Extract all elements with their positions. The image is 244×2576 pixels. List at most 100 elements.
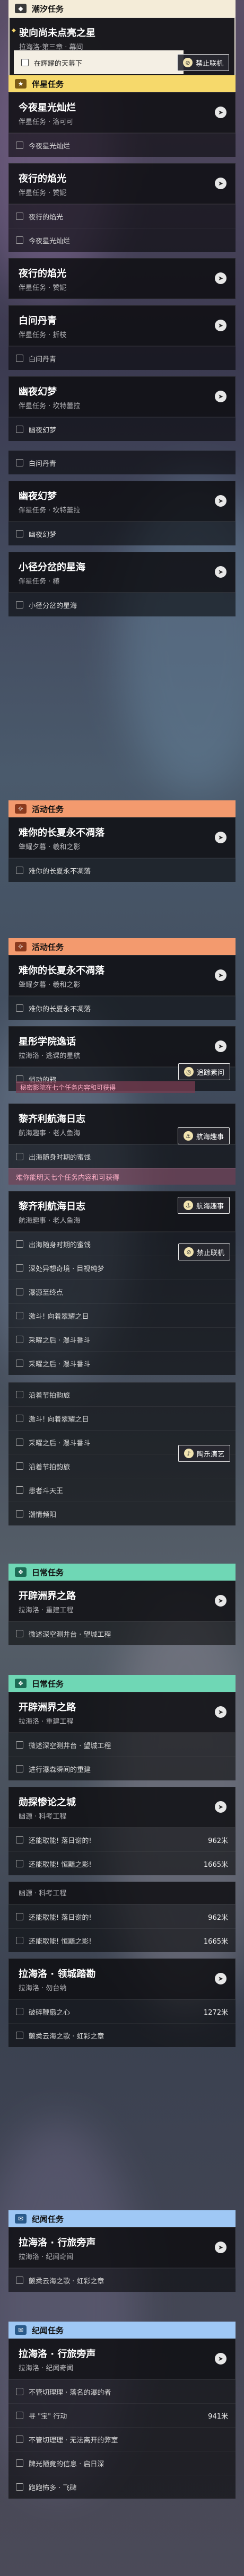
quest-step[interactable]: 寻 "宝" 行动 941米 — [8, 2403, 236, 2427]
quest-step[interactable]: 夜行的焰光 — [8, 204, 236, 228]
quest-step[interactable]: 沿着节拍韵旅 ♪ 陶乐演艺 — [8, 1445, 236, 1478]
section-label: 活动任务 — [32, 942, 64, 952]
quest-step[interactable]: 破碎鞭扇之心 1272米 — [8, 1999, 236, 2023]
quest-step[interactable]: 不管切理理 · 落名的瀑的者 — [8, 2379, 236, 2403]
quest-step[interactable]: 悄动的鸦 ◎ 追踪素问 秘密影院在七个任务内容和可获得 — [8, 1063, 236, 1093]
quest-card[interactable]: 今夜星光灿烂 伴星任务 · 洛可可 ➤ — [8, 92, 236, 133]
quest-step[interactable]: 小径分岔的星海 — [8, 593, 236, 616]
quest-step[interactable]: 采曜之后 · 瀑斗番斗 — [8, 1327, 236, 1351]
quest-card[interactable]: 小径分岔的星海 伴星任务 · 椿 ➤ — [8, 552, 236, 593]
track-icon: ◎ — [184, 1067, 194, 1077]
quest-step[interactable]: 还能取能! 恒黯之影! 1665米 — [8, 1851, 236, 1875]
quest-subtitle: 拉海洛 · 纪闻奇闻 — [19, 2253, 74, 2261]
quest-step[interactable]: 微述深空测井台 · 望城工程 — [8, 1733, 236, 1757]
step-label: 采曜之后 · 瀑斗番斗 — [29, 1336, 91, 1345]
navigate-arrow-icon[interactable]: ➤ — [215, 320, 226, 331]
navigate-arrow-icon[interactable]: ➤ — [215, 969, 226, 981]
quest-step[interactable]: 深处异想奇境 · 目视纯梦 ⊘ 禁止联机 — [8, 1243, 236, 1280]
section-header: ◆ 潮汐任务 — [8, 0, 236, 17]
quest-subtitle: 航海趣事 · 老人鱼海 — [19, 1217, 81, 1225]
quest-card[interactable]: 拉海洛 · 行旅旁声 拉海洛 · 纪闻奇闻 ➤ — [8, 2227, 236, 2268]
navigate-arrow-icon[interactable]: ➤ — [215, 391, 226, 402]
quest-step[interactable]: 患者斗天王 — [8, 1478, 236, 1502]
quest-card[interactable]: 夜行的焰光 伴星任务 · 赞妮 ➤ — [8, 258, 236, 299]
quest-step[interactable]: 采曜之后 · 瀑斗番斗 — [8, 1351, 236, 1375]
navigate-arrow-icon[interactable]: ➤ — [215, 2242, 226, 2253]
navigate-arrow-icon[interactable]: ➤ — [215, 495, 226, 507]
quest-card[interactable]: 白问丹青 伴星任务 · 折枝 ➤ — [8, 305, 236, 346]
quest-step[interactable]: 激斗! 向着翠耀之日 — [8, 1303, 236, 1327]
quest-card[interactable]: 开辟洲界之路 拉海洛 · 重建工程 ➤ — [8, 1692, 236, 1733]
quest-step[interactable]: 跑跑怖多 · 飞碑 — [8, 2475, 236, 2499]
quest-step[interactable]: 白问丹青 — [8, 346, 236, 370]
ship-icon: ⚓ — [183, 1201, 193, 1210]
quest-step[interactable]: 幽夜幻梦 — [8, 417, 236, 441]
navigate-arrow-icon[interactable]: ➤ — [215, 566, 226, 578]
quest-step[interactable]: 不管切理理 · 无法离开的弊室 — [8, 2427, 236, 2451]
quest-step[interactable]: 还能取能! 恒黯之影! 1665米 — [8, 1928, 236, 1952]
quest-card[interactable]: 星彤学院逸话 拉海洛 · 逃课的星航 ➤ — [8, 1026, 236, 1067]
quest-card[interactable]: 夜行的焰光 伴星任务 · 赞妮 ➤ — [8, 163, 236, 204]
quest-card[interactable]: 开辟洲界之路 拉海洛 · 重建工程 ➤ — [8, 1581, 236, 1621]
section-header: ✉ 纪闻任务 — [8, 2322, 236, 2339]
quest-step[interactable]: 白问丹青 — [8, 451, 236, 474]
quest-step[interactable]: 沿着节拍韵旅 — [8, 1382, 236, 1406]
navigate-arrow-icon[interactable]: ➤ — [215, 1801, 226, 1813]
quest-card[interactable]: ◆ 驶向尚未点亮之星 拉海洛·第三章 · 幕间 在辉耀的天幕下 ⊘ 禁止联机 — [8, 17, 236, 80]
step-distance: 941米 — [208, 2412, 228, 2421]
quest-title: 夜行的焰光 — [19, 268, 66, 279]
navigate-arrow-icon[interactable]: ➤ — [215, 1595, 226, 1607]
quest-step[interactable]: 进行瀑森瞬间的重建 — [8, 1757, 236, 1780]
quest-step[interactable]: 颤柔云海之歌 · 虹彩之章 — [8, 2268, 236, 2292]
quest-title: 黎齐利航海日志 — [19, 1114, 85, 1125]
quest-card[interactable]: 难你的长夏永不凋落 肇耀夕暮 · 羲和之影 ➤ — [8, 955, 236, 996]
quest-step[interactable]: 在辉耀的天幕下 — [14, 50, 184, 74]
quest-card[interactable]: 幽夜幻梦 伴星任务 · 坎特蕾拉 ➤ — [8, 376, 236, 417]
navigate-arrow-icon[interactable]: ➤ — [215, 1040, 226, 1052]
step-checkbox-icon — [16, 355, 23, 362]
quest-card[interactable]: 难你的长夏永不凋落 肇耀夕暮 · 羲和之影 ➤ — [8, 817, 236, 858]
quest-step[interactable]: 出海随身时期的蜜饯 — [8, 1144, 236, 1168]
section-activity: ☼ 活动任务 难你的长夏永不凋落 肇耀夕暮 · 羲和之影 ➤ 难你的长夏永不凋落 — [8, 800, 236, 882]
navigate-arrow-icon[interactable]: ➤ — [215, 2353, 226, 2365]
section-lore: ✉ 纪闻任务 拉海洛 · 行旅旁声 拉海洛 · 纪闻奇闻 ➤ 颤柔云海之歌 · … — [8, 2210, 236, 2292]
quest-card[interactable]: 幽夜幻梦 伴星任务 · 坎特蕾拉 ➤ — [8, 481, 236, 522]
step-label: 还能取能! 落日谢的! — [29, 1837, 92, 1845]
quest-card[interactable]: 拉海洛 · 领城踏勘 拉海洛 · 勿台纳 ➤ — [8, 1959, 236, 1999]
navigate-arrow-icon[interactable]: ➤ — [215, 1973, 226, 1984]
quest-card[interactable]: 幽源 · 科考工程 — [8, 1882, 236, 1904]
step-label: 激斗! 向着翠耀之日 — [29, 1415, 89, 1424]
step-label: 患者斗天王 — [29, 1487, 64, 1495]
quest-step[interactable]: 激斗! 向着翠耀之日 — [8, 1406, 236, 1430]
step-checkbox-icon — [16, 1415, 23, 1422]
navigate-arrow-icon[interactable]: ➤ — [215, 832, 226, 843]
quest-step[interactable]: 潮情频阳 — [8, 1502, 236, 1525]
quest-step[interactable]: 还能取能! 落日谢的! 962米 — [8, 1904, 236, 1928]
quest-step[interactable]: 难你的长夏永不凋落 — [8, 996, 236, 1020]
quest-subtitle: 拉海洛 · 纪闻奇闻 — [19, 2365, 74, 2372]
section-label: 纪闻任务 — [32, 2325, 64, 2335]
navigate-arrow-icon[interactable]: ➤ — [215, 1706, 226, 1718]
quest-card[interactable]: 拉海洛 · 行旅旁声 拉海洛 · 纪闻奇闻 ➤ — [8, 2339, 236, 2379]
quest-step[interactable]: 难你的长夏永不凋落 — [8, 858, 236, 882]
quest-step[interactable]: 今夜星光灿烂 — [8, 228, 236, 252]
section-icon: ✉ — [15, 2325, 27, 2335]
navigate-arrow-icon[interactable]: ➤ — [215, 178, 226, 189]
navigate-arrow-icon[interactable]: ➤ — [215, 107, 226, 118]
quest-step[interactable]: 微述深空测井台 · 望城工程 — [8, 1621, 236, 1645]
navigate-arrow-icon[interactable]: ➤ — [215, 272, 226, 284]
quest-card[interactable]: 勋探惨论之城 幽源 · 科考工程 ➤ — [8, 1787, 236, 1828]
quest-step[interactable]: 牌光陋竟的信息 · 启日深 — [8, 2451, 236, 2475]
quest-card[interactable]: 黎齐利航海日志 航海趣事 · 老人鱼海 ⚓ 航海趣事 — [8, 1104, 236, 1144]
step-checkbox-icon — [16, 2483, 23, 2491]
quest-step[interactable]: 幽夜幻梦 — [8, 522, 236, 545]
quest-card[interactable]: 黎齐利航海日志 航海趣事 · 老人鱼海 ⚓ 航海趣事 — [8, 1191, 236, 1232]
step-checkbox-icon — [16, 1004, 23, 1012]
step-label: 破碎鞭扇之心 — [29, 2008, 71, 2017]
step-label: 小径分岔的星海 — [29, 602, 77, 610]
quest-step[interactable]: 颤柔云海之歌 · 虹彩之章 — [8, 2023, 236, 2047]
quest-title: 难你的长夏永不凋落 — [19, 827, 104, 839]
quest-step[interactable]: 今夜星光灿烂 — [8, 133, 236, 157]
quest-step[interactable]: 还能取能! 落日谢的! 962米 — [8, 1828, 236, 1851]
quest-step[interactable]: 瀑源至终点 — [8, 1280, 236, 1303]
